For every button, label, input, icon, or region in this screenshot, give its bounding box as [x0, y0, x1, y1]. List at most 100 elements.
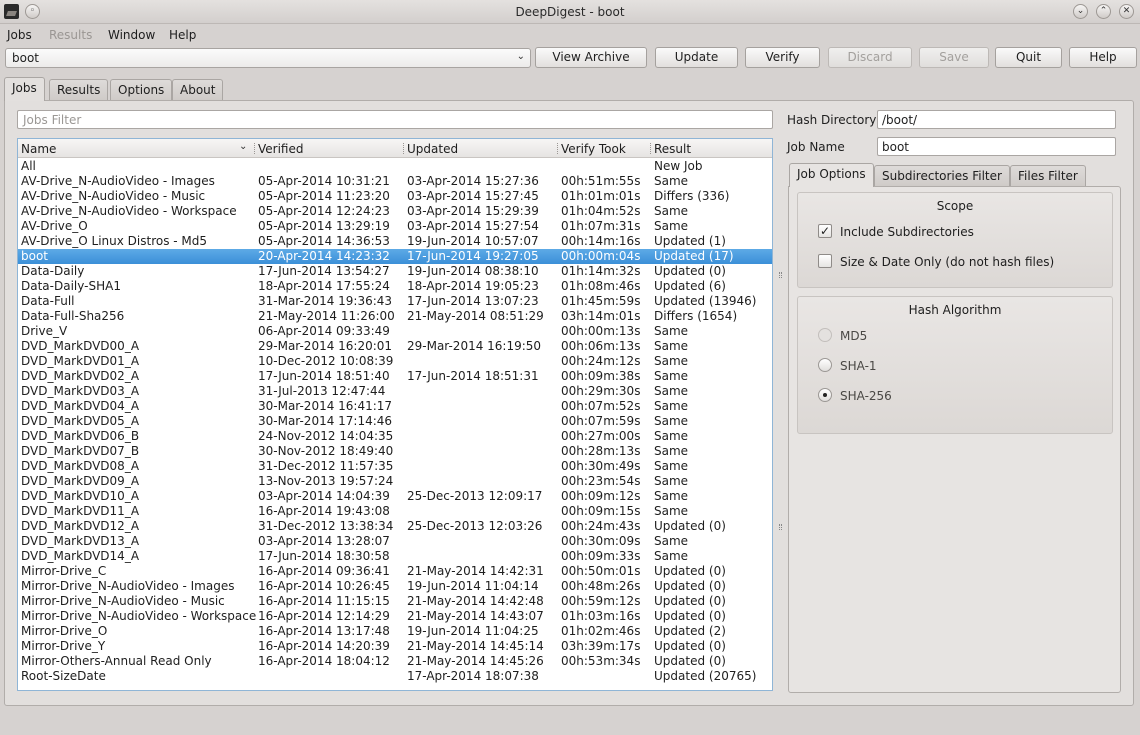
- result-cell: Updated (20765): [654, 669, 757, 683]
- verify-took-cell: 01h:03m:16s: [561, 609, 641, 623]
- column-separator: [557, 143, 558, 154]
- tab-job-options[interactable]: Job Options: [789, 163, 874, 187]
- table-row[interactable]: DVD_MarkDVD06_B 24-Nov-2012 14:04:35 00h:2…: [18, 429, 772, 444]
- verified-cell: 16-Apr-2014 10:26:45: [258, 579, 390, 593]
- close-button[interactable]: ✕: [1119, 4, 1134, 19]
- splitter-handle[interactable]: [779, 272, 782, 278]
- table-row[interactable]: DVD_MarkDVD11_A 16-Apr-2014 19:43:08 00h:0…: [18, 504, 772, 519]
- job-name-field[interactable]: boot: [877, 137, 1116, 156]
- result-cell: Same: [654, 549, 689, 563]
- table-row[interactable]: DVD_MarkDVD02_A 17-Jun-2014 18:51:40 17-Ju…: [18, 369, 772, 384]
- table-row[interactable]: DVD_MarkDVD14_A 17-Jun-2014 18:30:58 00h:0…: [18, 549, 772, 564]
- verify-took-cell: 00h:00m:13s: [561, 324, 641, 338]
- table-row[interactable]: DVD_MarkDVD08_A 31-Dec-2012 11:57:35 00h:3…: [18, 459, 772, 474]
- table-row[interactable]: AV-Drive_O 05-Apr-2014 13:29:19 03-Apr-201…: [18, 219, 772, 234]
- table-row[interactable]: DVD_MarkDVD05_A 30-Mar-2014 17:14:46 00h:0…: [18, 414, 772, 429]
- job-name-cell: Mirror-Drive_C: [21, 564, 107, 578]
- maximize-button[interactable]: ⌃: [1096, 4, 1111, 19]
- result-cell: Same: [654, 399, 689, 413]
- md5-radio[interactable]: [818, 328, 832, 342]
- verified-cell: 20-Apr-2014 14:23:32: [258, 249, 390, 263]
- table-row[interactable]: All New Job: [18, 159, 772, 174]
- jobs-filter-input[interactable]: Jobs Filter: [17, 110, 773, 129]
- tab-jobs[interactable]: Jobs: [4, 77, 45, 101]
- sha256-label: SHA-256: [840, 389, 892, 403]
- result-cell: Same: [654, 354, 689, 368]
- tab-results[interactable]: Results: [49, 79, 109, 100]
- tab-about[interactable]: About: [172, 79, 224, 100]
- table-header: Name ⌄ Verified Updated Verify Took Resu…: [18, 139, 772, 158]
- window-title: DeepDigest - boot: [515, 5, 625, 19]
- updated-cell: 25-Dec-2013 12:03:26: [407, 519, 543, 533]
- table-row[interactable]: DVD_MarkDVD12_A 31-Dec-2012 13:38:34 25-De…: [18, 519, 772, 534]
- help-button[interactable]: Help: [1069, 47, 1137, 68]
- job-name-cell: DVD_MarkDVD13_A: [21, 534, 140, 548]
- table-body: All New Job AV-Drive_N-AudioVideo - Images…: [18, 159, 772, 684]
- table-row[interactable]: Data-Daily 17-Jun-2014 13:54:27 19-Jun-201…: [18, 264, 772, 279]
- menu-help[interactable]: Help: [169, 28, 196, 42]
- table-row[interactable]: Mirror-Drive_N-AudioVideo - Music 16-Apr-…: [18, 594, 772, 609]
- table-row[interactable]: Mirror-Drive_N-AudioVideo - Images 16-Apr…: [18, 579, 772, 594]
- job-select[interactable]: boot ⌄: [5, 48, 531, 68]
- job-name-cell: Data-Daily: [21, 264, 85, 278]
- quit-button[interactable]: Quit: [995, 47, 1062, 68]
- table-row[interactable]: DVD_MarkDVD07_B 30-Nov-2012 18:49:40 00h:2…: [18, 444, 772, 459]
- include-subdirectories-checkbox[interactable]: ✓: [818, 224, 832, 238]
- table-row[interactable]: Mirror-Drive_C 16-Apr-2014 09:36:41 21-May…: [18, 564, 772, 579]
- table-row[interactable]: Mirror-Drive_Y 16-Apr-2014 14:20:39 21-May…: [18, 639, 772, 654]
- column-separator: [254, 143, 255, 154]
- table-row[interactable]: DVD_MarkDVD04_A 30-Mar-2014 16:41:17 00h:0…: [18, 399, 772, 414]
- tab-options[interactable]: Options: [110, 79, 173, 100]
- title-bar: ◦ DeepDigest - boot ⌄ ⌃ ✕: [0, 0, 1140, 24]
- table-row[interactable]: Mirror-Drive_N-AudioVideo - Workspace 16-…: [18, 609, 772, 624]
- table-row[interactable]: DVD_MarkDVD10_A 03-Apr-2014 14:04:39 25-De…: [18, 489, 772, 504]
- sort-descending-icon[interactable]: ⌄: [239, 141, 247, 152]
- sha256-radio[interactable]: [818, 388, 832, 402]
- minimize-button[interactable]: ⌄: [1073, 4, 1088, 19]
- result-cell: Same: [654, 324, 689, 338]
- column-header-verified[interactable]: Verified: [258, 142, 304, 156]
- verified-cell: 05-Apr-2014 11:23:20: [258, 189, 390, 203]
- hash-directory-field[interactable]: /boot/: [877, 110, 1116, 129]
- menu-results[interactable]: Results: [49, 28, 92, 42]
- column-header-verify-took[interactable]: Verify Took: [561, 142, 626, 156]
- table-row[interactable]: Mirror-Drive_O 16-Apr-2014 13:17:48 19-Jun…: [18, 624, 772, 639]
- table-row[interactable]: DVD_MarkDVD01_A 10-Dec-2012 10:08:39 00h:2…: [18, 354, 772, 369]
- job-name-cell: DVD_MarkDVD11_A: [21, 504, 140, 518]
- table-row[interactable]: boot 20-Apr-2014 14:23:32 17-Jun-2014 19:2…: [18, 249, 772, 264]
- job-name-cell: Mirror-Drive_N-AudioVideo - Workspace: [21, 609, 257, 623]
- size-date-only-checkbox[interactable]: [818, 254, 832, 268]
- table-row[interactable]: DVD_MarkDVD09_A 13-Nov-2013 19:57:24 00h:2…: [18, 474, 772, 489]
- table-row[interactable]: AV-Drive_N-AudioVideo - Images 05-Apr-201…: [18, 174, 772, 189]
- column-header-result[interactable]: Result: [654, 142, 691, 156]
- verify-button[interactable]: Verify: [745, 47, 820, 68]
- table-row[interactable]: DVD_MarkDVD00_A 29-Mar-2014 16:20:01 29-Ma…: [18, 339, 772, 354]
- discard-button[interactable]: Discard: [828, 47, 912, 68]
- view-archive-button[interactable]: View Archive: [535, 47, 647, 68]
- menu-jobs[interactable]: Jobs: [7, 28, 32, 42]
- job-name-cell: DVD_MarkDVD14_A: [21, 549, 140, 563]
- tab-subdirectories-filter[interactable]: Subdirectories Filter: [874, 165, 1010, 186]
- table-row[interactable]: Mirror-Others-Annual Read Only 16-Apr-201…: [18, 654, 772, 669]
- save-button[interactable]: Save: [919, 47, 989, 68]
- table-row[interactable]: AV-Drive_O Linux Distros - Md5 05-Apr-201…: [18, 234, 772, 249]
- splitter-handle[interactable]: [779, 524, 782, 530]
- table-row[interactable]: Data-Full 31-Mar-2014 19:36:43 17-Jun-2014…: [18, 294, 772, 309]
- table-row[interactable]: Root-SizeDate 17-Apr-2014 18:07:38 Updated…: [18, 669, 772, 684]
- update-button[interactable]: Update: [655, 47, 738, 68]
- sha1-radio[interactable]: [818, 358, 832, 372]
- verified-cell: 03-Apr-2014 13:28:07: [258, 534, 390, 548]
- column-header-updated[interactable]: Updated: [407, 142, 458, 156]
- table-row[interactable]: DVD_MarkDVD13_A 03-Apr-2014 13:28:07 00h:3…: [18, 534, 772, 549]
- menu-window[interactable]: Window: [108, 28, 155, 42]
- table-row[interactable]: AV-Drive_N-AudioVideo - Music 05-Apr-2014…: [18, 189, 772, 204]
- column-header-name[interactable]: Name: [21, 142, 56, 156]
- tab-files-filter[interactable]: Files Filter: [1010, 165, 1086, 186]
- verify-took-cell: 01h:08m:46s: [561, 279, 641, 293]
- table-row[interactable]: Data-Full-Sha256 21-May-2014 11:26:00 21-M…: [18, 309, 772, 324]
- table-row[interactable]: Drive_V 06-Apr-2014 09:33:49 00h:00m:13s Sa…: [18, 324, 772, 339]
- table-row[interactable]: Data-Daily-SHA1 18-Apr-2014 17:55:24 18-Ap…: [18, 279, 772, 294]
- result-cell: Updated (1): [654, 234, 726, 248]
- table-row[interactable]: DVD_MarkDVD03_A 31-Jul-2013 12:47:44 00h:2…: [18, 384, 772, 399]
- table-row[interactable]: AV-Drive_N-AudioVideo - Workspace 05-Apr-…: [18, 204, 772, 219]
